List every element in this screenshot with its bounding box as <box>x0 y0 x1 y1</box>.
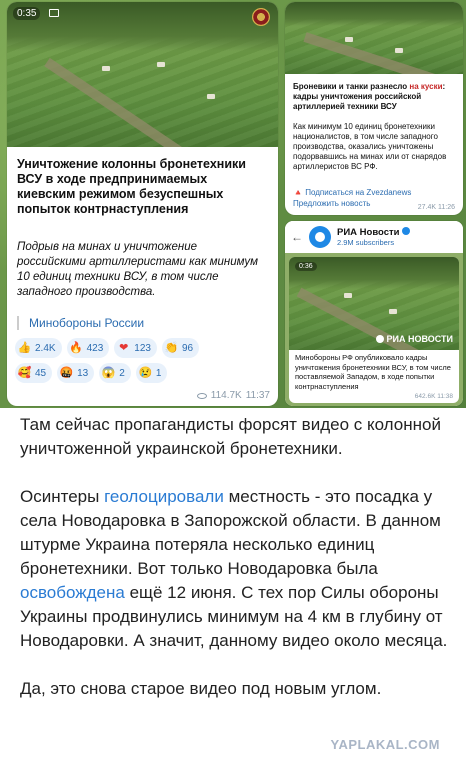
subscribe-link[interactable]: 🔺 Подписаться на Zvezdanews <box>293 188 411 197</box>
paragraph-2: Осинтеры геолоцировали местность - это п… <box>20 487 448 650</box>
reaction-like[interactable]: 👍 2.4K <box>15 338 62 358</box>
video-timecode: 0:36 <box>295 262 317 271</box>
channel-name: РИА Новости <box>337 227 410 238</box>
message-bubble: 0:36 РИА НОВОСТИ Минобороны РФ опубликов… <box>289 257 459 403</box>
post-headline: Броневики и танки разнесло на куски: кад… <box>293 82 446 111</box>
reactions-row-1: 👍 2.4K 🔥 423 ❤ 123 👏 96 <box>15 338 200 358</box>
comment-text: Там сейчас пропагандисты форсят видео с … <box>20 413 452 725</box>
post-meta: 27.4K 11:26 <box>417 204 455 211</box>
scream-face-icon: 😱 <box>101 366 116 379</box>
reactions-row-2: 🥰 45 🤬 13 😱 2 😢 1 <box>15 363 168 383</box>
reaction-angry[interactable]: 🤬 13 <box>57 363 95 383</box>
paragraph-1: Там сейчас пропагандисты форсят видео с … <box>20 415 441 458</box>
mod-emblem-icon <box>252 8 270 26</box>
views-icon <box>196 392 207 399</box>
post-meta: 114.7K 11:37 <box>196 390 270 401</box>
channel-avatar[interactable] <box>309 226 331 248</box>
reaction-heart[interactable]: ❤ 123 <box>114 338 157 358</box>
post-caption: Минобороны РФ опубликовало кадры уничтож… <box>295 353 451 391</box>
post-source[interactable]: Минобороны России <box>17 316 144 330</box>
reaction-clap[interactable]: 👏 96 <box>161 338 200 358</box>
clap-icon: 👏 <box>164 341 179 354</box>
reaction-fire[interactable]: 🔥 423 <box>66 338 110 358</box>
video-timecode: 0:35 <box>13 7 41 20</box>
chat-area: 0:36 РИА НОВОСТИ Минобороны РФ опубликов… <box>285 253 463 406</box>
telegram-post-ria: ← РИА Новости 2.9M subscribers 0:36 РИА … <box>285 221 463 406</box>
angry-face-icon: 🤬 <box>59 366 74 379</box>
verified-icon <box>401 227 410 235</box>
crying-face-icon: 😢 <box>138 366 153 379</box>
channel-header: ← РИА Новости 2.9M subscribers <box>285 221 463 253</box>
reaction-cry[interactable]: 😢 1 <box>135 363 168 383</box>
video-thumbnail[interactable]: 0:36 РИА НОВОСТИ <box>289 257 459 350</box>
thumbs-up-icon: 👍 <box>17 341 32 354</box>
telegram-post-mod: 0:35 Уничтожение колонны бронетехники ВС… <box>7 2 278 406</box>
smiling-hearts-icon: 🥰 <box>17 366 32 379</box>
reaction-scream[interactable]: 😱 2 <box>99 363 131 383</box>
site-watermark: YAPLAKAL.COM <box>330 737 440 752</box>
heart-icon: ❤ <box>119 341 129 354</box>
mute-icon[interactable] <box>49 9 59 17</box>
video-thumbnail[interactable]: 0:35 <box>7 2 278 147</box>
video-thumbnail[interactable] <box>285 2 463 74</box>
post-lead: Подрыв на минах и уничтожение российским… <box>17 241 258 298</box>
source-link[interactable]: Минобороны России <box>29 316 144 330</box>
post-title: Уничтожение колонны бронетехники ВСУ в х… <box>17 157 246 216</box>
post-body: Как минимум 10 единиц бронетехники нацио… <box>293 122 447 171</box>
post-time: 11:37 <box>245 390 270 401</box>
fire-icon: 🔥 <box>69 341 83 354</box>
liberated-link[interactable]: освобождена <box>20 583 125 602</box>
suggest-news-link[interactable]: Предложить новость <box>293 199 370 208</box>
channel-subscribers: 2.9M subscribers <box>337 238 395 247</box>
reaction-love[interactable]: 🥰 45 <box>15 363 53 383</box>
back-arrow-icon[interactable]: ← <box>291 230 303 244</box>
telegram-post-zvezda: Броневики и танки разнесло на куски: кад… <box>285 2 463 215</box>
page: 0:35 Уничтожение колонны бронетехники ВС… <box>0 0 466 777</box>
screenshot-collage: 0:35 Уничтожение колонны бронетехники ВС… <box>0 0 466 408</box>
geolocation-link[interactable]: геолоцировали <box>104 487 224 506</box>
post-meta: 642.6K 11:38 <box>414 393 453 400</box>
paragraph-3: Да, это снова старое видео под новым угл… <box>20 679 382 698</box>
views-count: 114.7K <box>210 390 242 401</box>
ria-watermark: РИА НОВОСТИ <box>375 334 453 344</box>
